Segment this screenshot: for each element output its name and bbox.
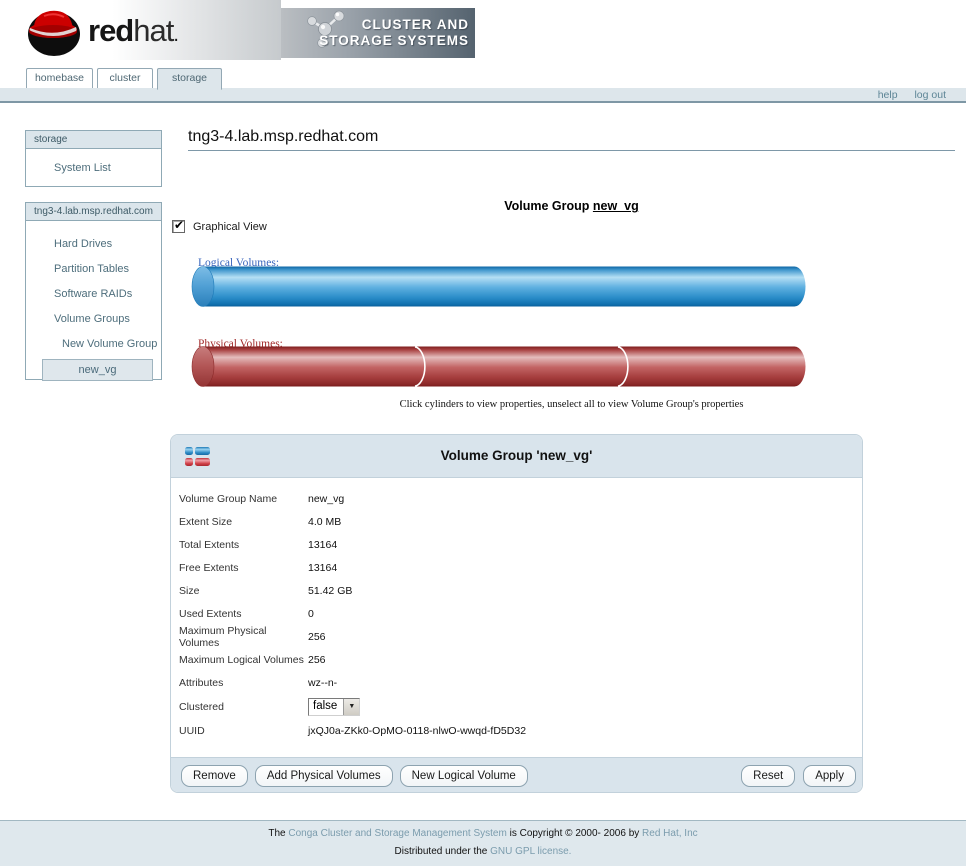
property-row: Total Extents 13164 — [171, 533, 862, 556]
volume-group-name-link[interactable]: new_vg — [593, 199, 639, 213]
page-title: tng3-4.lab.msp.redhat.com — [188, 128, 378, 146]
property-row: Attributes wz--n- — [171, 671, 862, 694]
sidebar-item-system-list[interactable]: System List — [26, 162, 161, 174]
property-row: Maximum Physical Volumes 256 — [171, 625, 862, 648]
property-row: Free Extents 13164 — [171, 556, 862, 579]
add-physical-volumes-button[interactable]: Add Physical Volumes — [255, 765, 393, 787]
volume-group-heading: Volume Group new_vg — [188, 199, 955, 213]
graphical-view-checkbox[interactable]: ✔ — [172, 220, 185, 233]
property-row-clustered: Clustered false ▼ — [171, 694, 862, 719]
session-bar: help log out — [0, 88, 966, 103]
sidebar-system-box: tng3-4.lab.msp.redhat.com Hard Drives Pa… — [25, 202, 162, 380]
conga-link[interactable]: Conga Cluster and Storage Management Sys… — [288, 828, 506, 839]
sidebar-item-volume-groups[interactable]: Volume Groups — [26, 313, 161, 325]
sidebar-item-hard-drives[interactable]: Hard Drives — [26, 238, 161, 250]
sidebar-storage-title: storage — [26, 131, 161, 149]
remove-button[interactable]: Remove — [181, 765, 248, 787]
redhat-wordmark: redhat. — [88, 13, 178, 49]
property-row: Maximum Logical Volumes 256 — [171, 648, 862, 671]
sidebar-item-new-vg[interactable]: new_vg — [42, 359, 153, 381]
logout-link[interactable]: log out — [914, 89, 946, 101]
property-row: Used Extents 0 — [171, 602, 862, 625]
help-link[interactable]: help — [878, 89, 898, 101]
title-rule — [188, 150, 955, 151]
panel-title: Volume Group 'new_vg' — [171, 435, 862, 477]
tab-cluster[interactable]: cluster — [97, 68, 153, 89]
tab-homebase[interactable]: homebase — [26, 68, 93, 89]
panel-body: Volume Group Name new_vg Extent Size 4.0… — [171, 478, 862, 757]
sidebar-item-software-raids[interactable]: Software RAIDs — [26, 288, 161, 300]
property-row-uuid: UUID jxQJ0a-ZKk0-OpMO-0118-nlwO-wwqd-fD5… — [171, 719, 862, 742]
page-footer: The Conga Cluster and Storage Management… — [0, 820, 966, 866]
property-row: Size 51.42 GB — [171, 579, 862, 602]
sidebar-item-new-volume-group[interactable]: New Volume Group — [26, 338, 161, 350]
cylinder-caption: Click cylinders to view properties, unse… — [188, 399, 955, 410]
volume-group-panel: Volume Group 'new_vg' Volume Group Name … — [170, 434, 863, 793]
graphical-view-label: Graphical View — [193, 221, 267, 233]
cluster-storage-banner: CLUSTER AND STORAGE SYSTEMS — [281, 8, 475, 58]
page: redhat. CLUSTER AND STORAGE SYSTEMS home… — [0, 0, 966, 866]
physical-volume-cylinders[interactable] — [191, 345, 817, 388]
sidebar-storage-box: storage System List — [25, 130, 162, 187]
apply-button[interactable]: Apply — [803, 765, 856, 787]
volume-group-icon — [184, 445, 211, 468]
reset-button[interactable]: Reset — [741, 765, 795, 787]
redhat-link[interactable]: Red Hat, Inc — [642, 828, 698, 839]
new-logical-volume-button[interactable]: New Logical Volume — [400, 765, 528, 787]
property-row: Volume Group Name new_vg — [171, 487, 862, 510]
chevron-down-icon: ▼ — [343, 699, 359, 715]
logical-volume-cylinder[interactable] — [191, 265, 817, 308]
graphical-view-row: ✔ Graphical View — [172, 220, 267, 233]
clustered-select[interactable]: false ▼ — [308, 698, 360, 716]
panel-header: Volume Group 'new_vg' — [171, 435, 862, 478]
tab-storage[interactable]: storage — [157, 68, 222, 90]
sidebar-system-title: tng3-4.lab.msp.redhat.com — [26, 203, 161, 221]
banner-title: CLUSTER AND STORAGE SYSTEMS — [319, 17, 469, 49]
redhat-shadowman-logo-icon — [24, 4, 84, 58]
gnu-gpl-link[interactable]: GNU GPL license. — [490, 846, 571, 857]
sidebar-item-partition-tables[interactable]: Partition Tables — [26, 263, 161, 275]
panel-footer: Remove Add Physical Volumes New Logical … — [171, 757, 862, 793]
property-row: Extent Size 4.0 MB — [171, 510, 862, 533]
header: redhat. — [0, 0, 281, 60]
